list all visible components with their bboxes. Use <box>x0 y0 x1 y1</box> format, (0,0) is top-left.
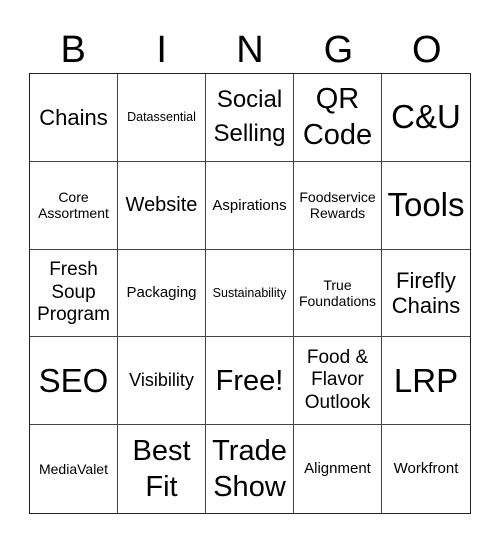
bingo-cell[interactable]: Fresh Soup Program <box>30 249 118 338</box>
bingo-cell[interactable]: Datassential <box>118 74 206 162</box>
bingo-cell[interactable]: Visibility <box>118 337 206 426</box>
bingo-cell[interactable]: Social Selling <box>206 74 294 162</box>
header-letter-o: O <box>412 29 442 71</box>
header-letter-n: N <box>236 29 264 71</box>
bingo-grid: Chains Datassential Social Selling QR Co… <box>29 73 471 514</box>
bingo-cell[interactable]: C&U <box>382 74 470 162</box>
bingo-cell[interactable]: Website <box>118 161 206 250</box>
bingo-cell[interactable]: Workfront <box>382 425 470 513</box>
bingo-cell[interactable]: QR Code <box>294 74 382 162</box>
bingo-cell[interactable]: Sustainability <box>206 249 294 338</box>
bingo-cell[interactable]: LRP <box>382 337 470 426</box>
bingo-cell[interactable]: Food & Flavor Outlook <box>294 337 382 426</box>
bingo-cell[interactable]: Chains <box>30 74 118 162</box>
bingo-cell[interactable]: Tools <box>382 162 470 250</box>
bingo-cell[interactable]: Packaging <box>118 249 206 338</box>
header-letter-b: B <box>60 29 86 71</box>
bingo-header: B I N G O <box>29 28 471 72</box>
header-letter-g: G <box>323 29 354 71</box>
header-letter-i: I <box>156 29 167 71</box>
bingo-cell[interactable]: Foodservice Rewards <box>294 161 382 250</box>
bingo-cell[interactable]: Alignment <box>294 425 382 513</box>
bingo-cell[interactable]: SEO <box>30 337 118 426</box>
bingo-cell[interactable]: True Foundations <box>294 249 382 338</box>
bingo-cell[interactable]: Aspirations <box>206 161 294 250</box>
bingo-cell[interactable]: Core Assortment <box>30 161 118 250</box>
free-space-cell[interactable]: Free! <box>206 337 294 426</box>
bingo-cell[interactable]: MediaValet <box>30 425 118 513</box>
bingo-cell[interactable]: Trade Show <box>206 425 294 513</box>
bingo-cell[interactable]: Firefly Chains <box>382 250 470 338</box>
bingo-cell[interactable]: Best Fit <box>118 425 206 513</box>
